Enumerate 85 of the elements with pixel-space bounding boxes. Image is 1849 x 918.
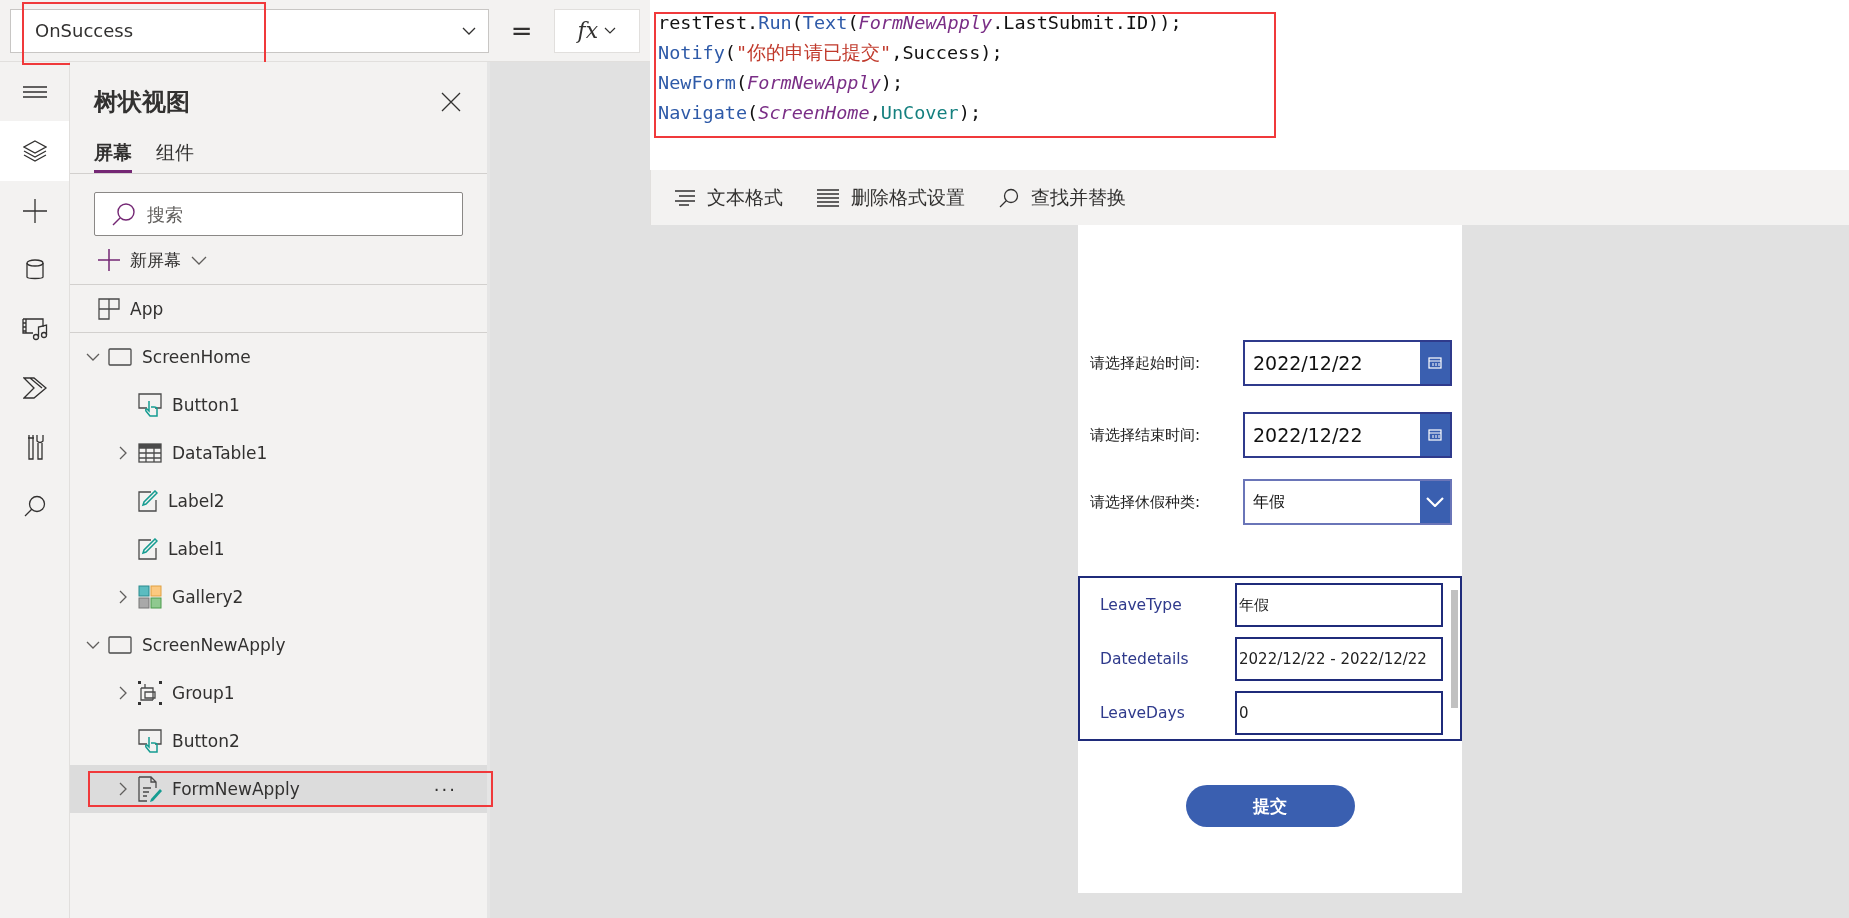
chevron-down-icon bbox=[191, 255, 207, 265]
calendar-icon bbox=[1428, 429, 1442, 441]
search-icon bbox=[23, 494, 46, 517]
form-field-value[interactable]: 年假 bbox=[1235, 583, 1443, 627]
search-icon bbox=[999, 187, 1019, 208]
tree-item-label: ScreenNewApply bbox=[142, 635, 286, 655]
fx-button[interactable]: fx bbox=[553, 8, 640, 53]
tools-icon bbox=[25, 433, 44, 460]
tree-item[interactable]: Gallery2 bbox=[70, 573, 487, 621]
close-button[interactable] bbox=[441, 92, 461, 112]
calendar-icon bbox=[1428, 357, 1442, 369]
rail-button[interactable] bbox=[0, 121, 69, 181]
code-line: restTest.Run(Text(FormNewApply.LastSubmit.ID)); bbox=[658, 11, 1183, 35]
date-picker[interactable]: 2022/12/22 bbox=[1243, 412, 1452, 458]
tree-item[interactable]: ScreenNewApply bbox=[70, 621, 487, 669]
tree-item[interactable]: Button1 bbox=[70, 381, 487, 429]
tree-item[interactable]: App bbox=[70, 285, 487, 332]
submit-button[interactable]: 提交 bbox=[1185, 785, 1355, 827]
plus-icon bbox=[98, 249, 120, 271]
tree-item-label: Gallery2 bbox=[172, 587, 244, 607]
new-screen-button[interactable]: 新屏幕 bbox=[98, 244, 487, 276]
field-label: 请选择起始时间: bbox=[1090, 353, 1202, 373]
tree-item[interactable]: ScreenHome bbox=[70, 333, 487, 381]
toolbar-button[interactable]: 文本格式 bbox=[675, 184, 783, 211]
media-icon bbox=[21, 316, 48, 341]
form-field-label: Datedetails bbox=[1100, 650, 1190, 668]
formula-editor[interactable]: restTest.Run(Text(FormNewApply.LastSubmit.ID)); Notify("你的申请已提交",Success); NewForm(FormNewApply); Navigate(ScreenHome,UnCover); bbox=[650, 0, 1849, 170]
tree-item-label: Button2 bbox=[172, 731, 240, 751]
form-icon bbox=[138, 776, 162, 802]
panel-title: 树状视图 bbox=[94, 87, 190, 118]
plus-icon bbox=[22, 198, 47, 223]
chevron-down-icon bbox=[462, 26, 477, 35]
group-icon bbox=[138, 681, 162, 705]
tree-item[interactable]: Group1 bbox=[70, 669, 487, 717]
toolbar-button[interactable]: 删除格式设置 bbox=[817, 184, 965, 211]
lines-icon bbox=[817, 188, 839, 207]
tree-item-label: Group1 bbox=[172, 683, 235, 703]
toolbar-button[interactable]: 查找并替换 bbox=[999, 184, 1126, 211]
field-label: 请选择休假种类: bbox=[1090, 492, 1202, 512]
date-picker[interactable]: 2022/12/22 bbox=[1243, 340, 1452, 386]
gallery-icon bbox=[138, 585, 162, 609]
tree-item-label: Label2 bbox=[168, 491, 225, 511]
edit-icon bbox=[138, 538, 158, 560]
form-field-value[interactable]: 2022/12/22 - 2022/12/22 bbox=[1235, 637, 1443, 681]
tree-item[interactable]: Label2 bbox=[70, 477, 487, 525]
button-icon bbox=[138, 729, 162, 753]
tree-item[interactable]: Label1 bbox=[70, 525, 487, 573]
scrollbar[interactable] bbox=[1451, 590, 1458, 708]
code-line: Navigate(ScreenHome,UnCover); bbox=[658, 101, 983, 125]
database-icon bbox=[25, 258, 44, 281]
chevron-down-icon bbox=[1426, 497, 1444, 507]
tree-item[interactable]: Button2 bbox=[70, 717, 487, 765]
tree-item-label: App bbox=[130, 298, 164, 319]
code-line: NewForm(FormNewApply); bbox=[658, 71, 905, 95]
code-line: Notify("你的申请已提交",Success); bbox=[658, 41, 1004, 65]
field-label: 请选择结束时间: bbox=[1090, 425, 1202, 445]
search-field[interactable]: 搜索 bbox=[94, 192, 463, 236]
tree-item-label: ScreenHome bbox=[142, 347, 251, 367]
chevron-down-icon bbox=[604, 27, 617, 34]
layers-icon bbox=[22, 140, 47, 162]
equals-sign: = bbox=[509, 15, 534, 46]
tree-item-label: Button1 bbox=[172, 395, 240, 415]
tab[interactable]: 组件 bbox=[156, 140, 194, 173]
form-field-value[interactable]: 0 bbox=[1235, 691, 1443, 735]
app-icon bbox=[98, 297, 120, 320]
button-icon bbox=[138, 393, 162, 417]
property-dropdown[interactable]: OnSuccess bbox=[10, 8, 490, 53]
tree-item-label: Label1 bbox=[168, 539, 225, 559]
more-options-button[interactable]: ··· bbox=[433, 778, 457, 800]
screen-icon bbox=[108, 348, 132, 366]
form-field-label: LeaveType bbox=[1100, 596, 1183, 614]
tree-item[interactable]: DataTable1 bbox=[70, 429, 487, 477]
dropdown[interactable]: 年假 bbox=[1243, 479, 1452, 525]
property-name: OnSuccess bbox=[35, 20, 134, 41]
text-format-icon bbox=[675, 189, 695, 206]
tree-item-label: FormNewApply bbox=[172, 779, 300, 799]
screen-icon bbox=[108, 636, 132, 654]
menu-icon bbox=[22, 85, 47, 98]
search-icon bbox=[112, 202, 136, 226]
tree-item-label: DataTable1 bbox=[172, 443, 268, 463]
table-icon bbox=[138, 443, 162, 463]
flow-icon bbox=[22, 376, 47, 399]
tab[interactable]: 屏幕 bbox=[94, 140, 132, 173]
form-field-label: LeaveDays bbox=[1100, 704, 1186, 722]
edit-icon bbox=[138, 490, 158, 512]
